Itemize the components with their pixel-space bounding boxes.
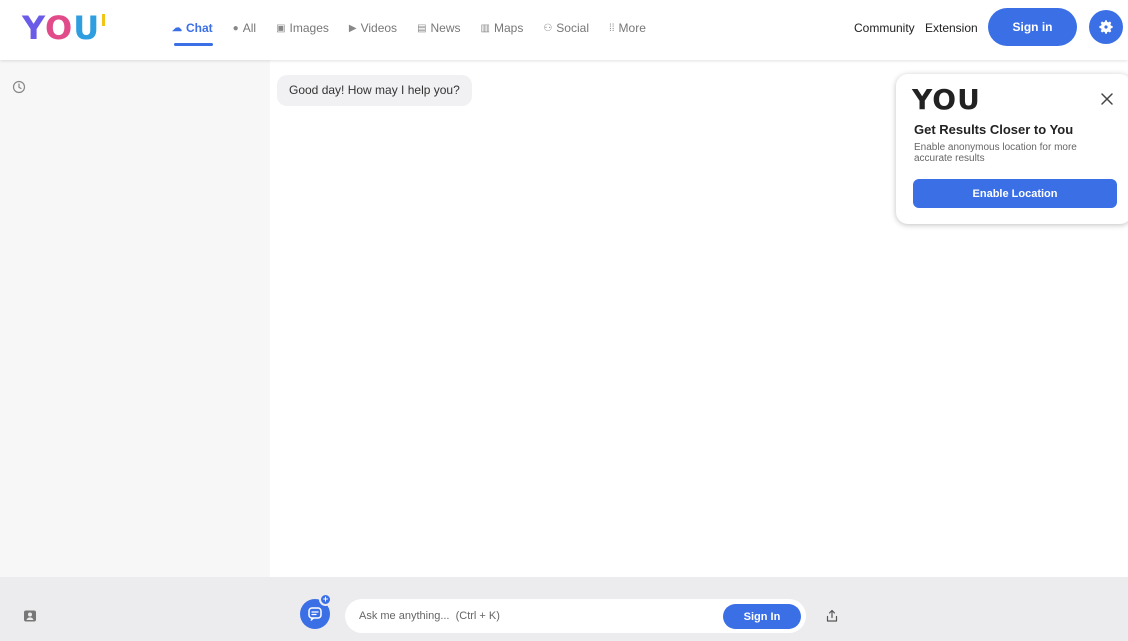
chat-history-sidebar <box>0 60 270 577</box>
popup-title: Get Results Closer to You <box>914 122 1074 137</box>
globe-icon: ● <box>232 22 239 34</box>
chat-input-wrapper: Sign In <box>345 599 806 633</box>
news-icon: ▤ <box>417 22 427 34</box>
images-icon: ▣ <box>276 22 286 34</box>
social-icon: ⚇ <box>543 22 553 34</box>
top-header: YOU ☁ Chat ● All ▣ Images ▶ Videos ▤ New… <box>0 0 1128 60</box>
chat-bubble-icon <box>308 607 322 621</box>
tab-news-label: News <box>430 21 461 35</box>
tab-chat[interactable]: ☁ Chat <box>172 18 213 46</box>
tab-news[interactable]: ▤ News <box>417 18 460 38</box>
gear-icon <box>1099 20 1113 34</box>
profile-card-icon[interactable] <box>23 609 37 623</box>
input-sign-in-button[interactable]: Sign In <box>723 604 801 629</box>
tab-maps[interactable]: ▥ Maps <box>481 18 524 38</box>
tab-videos[interactable]: ▶ Videos <box>349 18 397 38</box>
tab-social[interactable]: ⚇ Social <box>543 18 589 38</box>
chat-icon: ☁ <box>172 22 182 34</box>
settings-button[interactable] <box>1089 10 1123 44</box>
you-logo[interactable]: YOU <box>22 10 106 46</box>
location-popup: YOU Get Results Closer to You Enable ano… <box>896 74 1128 224</box>
extension-link[interactable]: Extension <box>925 21 978 35</box>
search-type-nav: ☁ Chat ● All ▣ Images ▶ Videos ▤ News ▥ … <box>172 18 666 46</box>
tab-images[interactable]: ▣ Images <box>276 18 329 38</box>
videos-icon: ▶ <box>348 22 357 34</box>
community-link[interactable]: Community <box>854 21 915 35</box>
tab-all[interactable]: ● All <box>233 18 256 38</box>
close-icon[interactable] <box>1100 92 1114 106</box>
tab-chat-label: Chat <box>186 21 213 35</box>
popup-description: Enable anonymous location for more accur… <box>914 142 1077 164</box>
grid-dots-icon: ⁞⁞ <box>608 22 615 34</box>
popup-you-logo: YOU <box>912 83 981 116</box>
tab-social-label: Social <box>556 21 589 35</box>
tab-videos-label: Videos <box>360 21 398 35</box>
assistant-greeting-message: Good day! How may I help you? <box>277 75 472 106</box>
tab-more[interactable]: ⁞⁞ More <box>609 18 646 38</box>
chat-input-bar: + Sign In <box>0 577 1128 641</box>
enable-location-button[interactable]: Enable Location <box>913 179 1117 208</box>
share-icon[interactable] <box>825 609 839 623</box>
tab-maps-label: Maps <box>493 21 524 35</box>
plus-icon: + <box>319 593 332 606</box>
tab-more-label: More <box>618 21 646 35</box>
sign-in-button[interactable]: Sign in <box>988 8 1077 46</box>
tab-images-label: Images <box>289 21 329 35</box>
tab-all-label: All <box>242 21 257 35</box>
chat-input[interactable] <box>345 599 715 633</box>
history-clock-icon[interactable] <box>12 80 26 94</box>
maps-icon: ▥ <box>480 22 490 34</box>
